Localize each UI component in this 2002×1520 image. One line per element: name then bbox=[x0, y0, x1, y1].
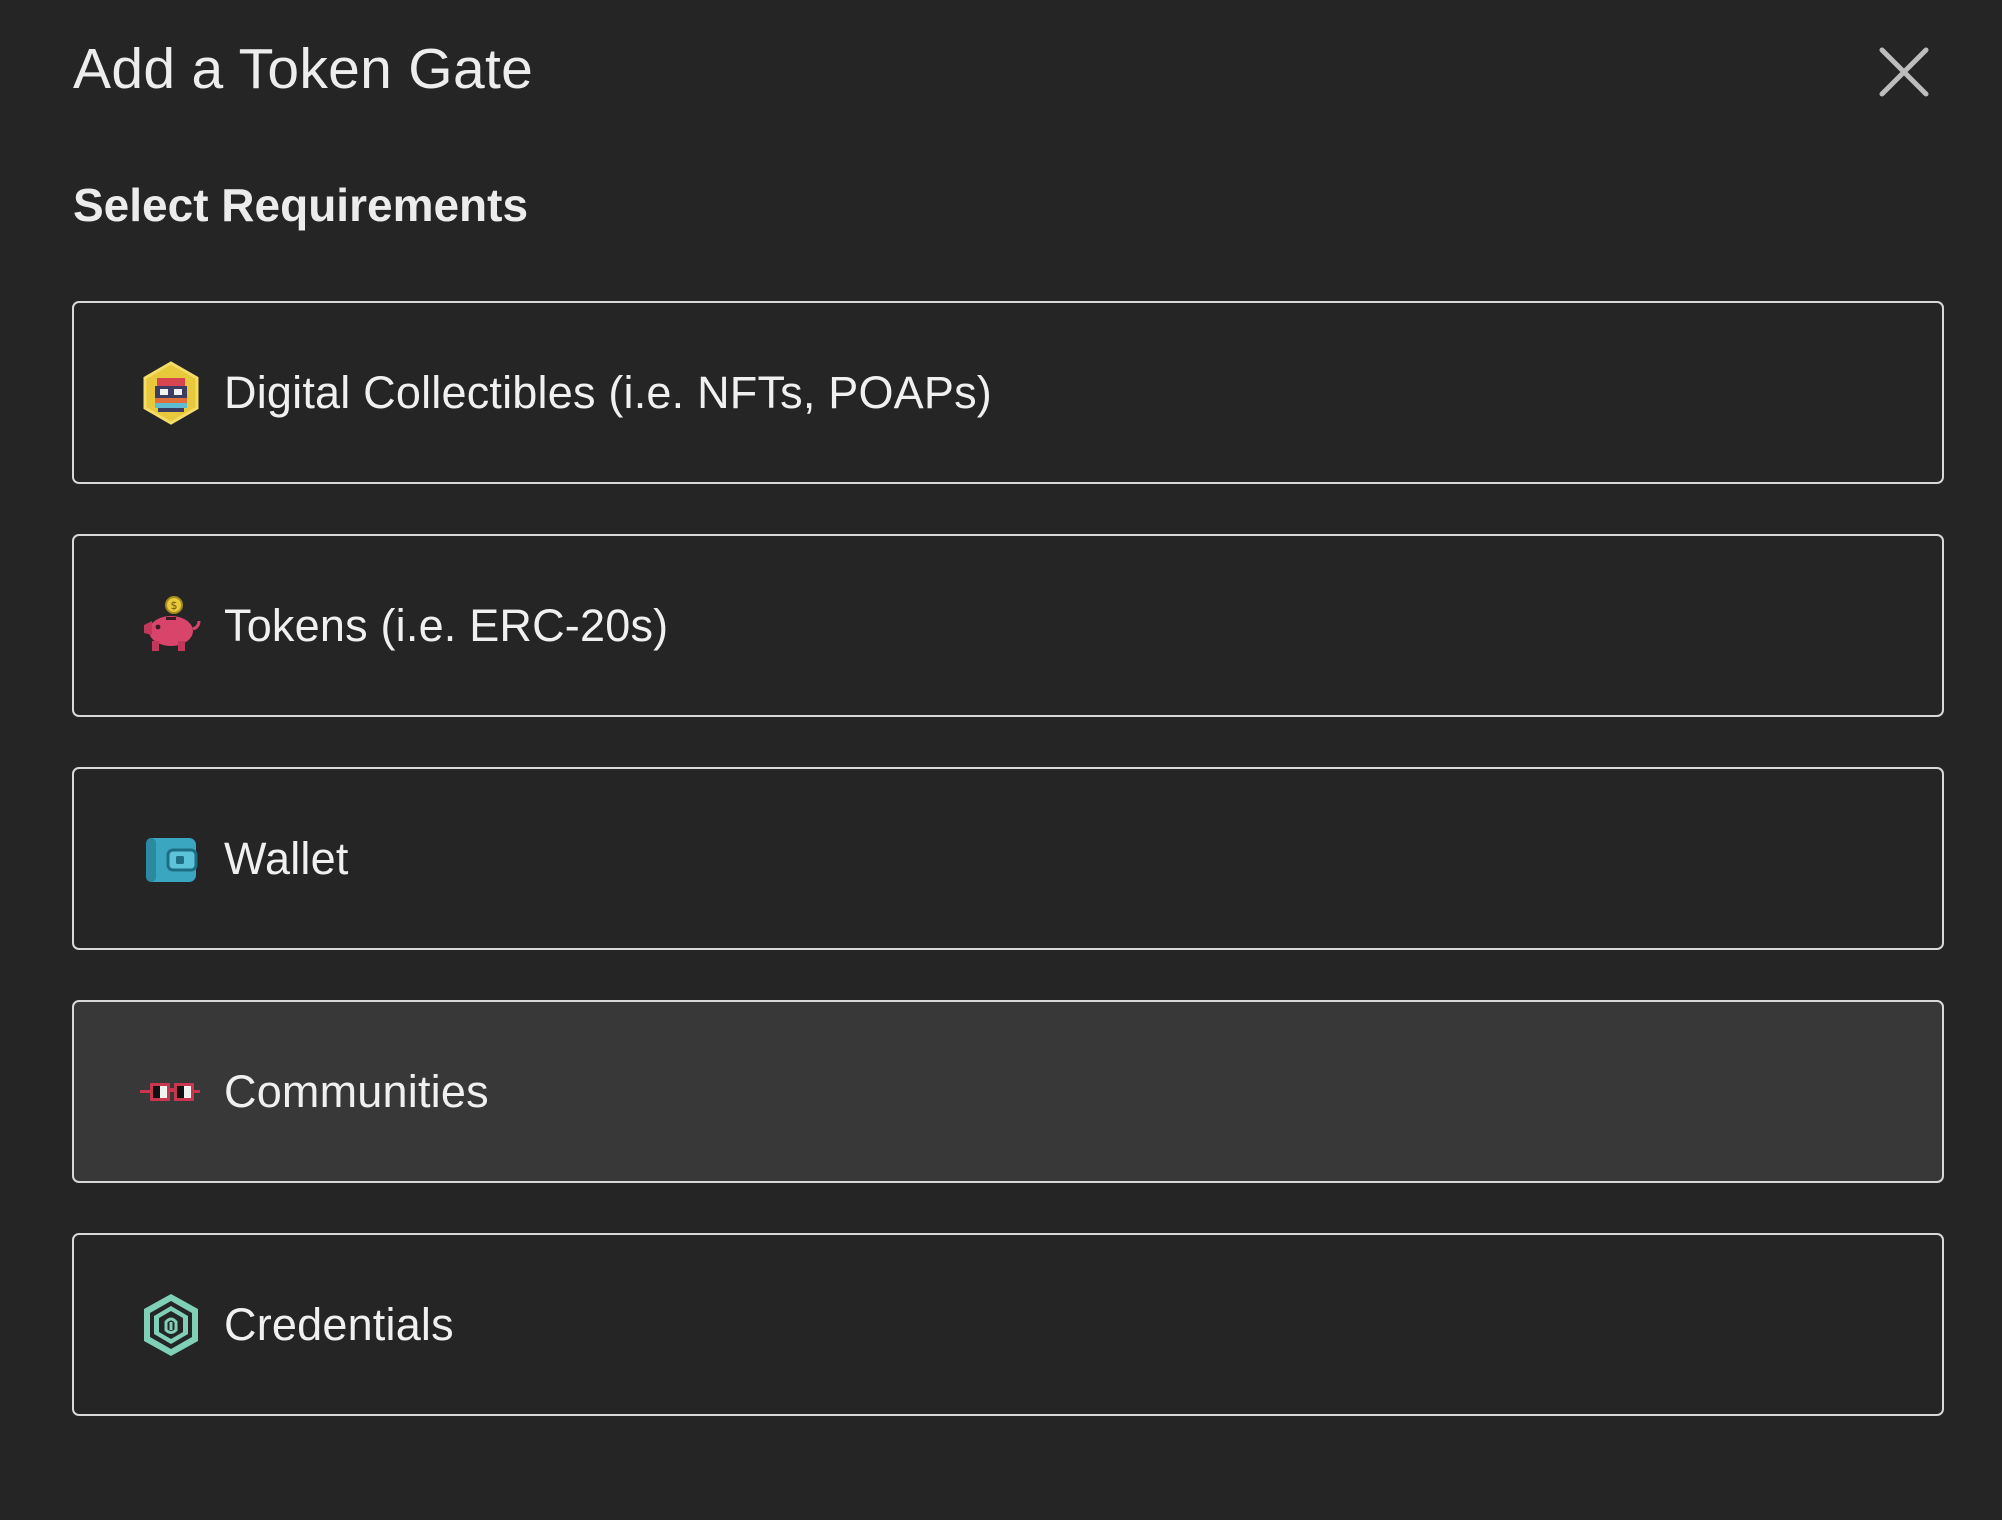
option-tokens[interactable]: $ Tokens (i.e. ERC-20s) bbox=[72, 534, 1944, 717]
option-credentials[interactable]: Credentials bbox=[72, 1233, 1944, 1416]
nft-badge-icon bbox=[138, 360, 204, 426]
option-label: Digital Collectibles (i.e. NFTs, POAPs) bbox=[224, 366, 992, 418]
svg-text:$: $ bbox=[171, 599, 178, 612]
requirements-list: Digital Collectibles (i.e. NFTs, POAPs) … bbox=[72, 301, 1944, 1466]
option-label: Credentials bbox=[224, 1298, 454, 1350]
option-label: Communities bbox=[224, 1065, 489, 1117]
close-icon bbox=[1879, 47, 1929, 97]
option-communities[interactable]: Communities bbox=[72, 1000, 1944, 1183]
glasses-icon bbox=[138, 1059, 204, 1125]
piggy-bank-icon: $ bbox=[138, 593, 204, 659]
wallet-icon bbox=[138, 826, 204, 892]
fingerprint-hexagon-icon bbox=[138, 1292, 204, 1358]
token-gate-dialog: Add a Token Gate Select Requirements Dig… bbox=[0, 0, 2002, 1520]
section-heading: Select Requirements bbox=[73, 179, 529, 231]
option-wallet[interactable]: Wallet bbox=[72, 767, 1944, 950]
option-digital-collectibles[interactable]: Digital Collectibles (i.e. NFTs, POAPs) bbox=[72, 301, 1944, 484]
option-label: Wallet bbox=[224, 832, 349, 884]
close-button[interactable] bbox=[1876, 44, 1932, 100]
dialog-title: Add a Token Gate bbox=[73, 37, 534, 101]
option-label: Tokens (i.e. ERC-20s) bbox=[224, 599, 669, 651]
